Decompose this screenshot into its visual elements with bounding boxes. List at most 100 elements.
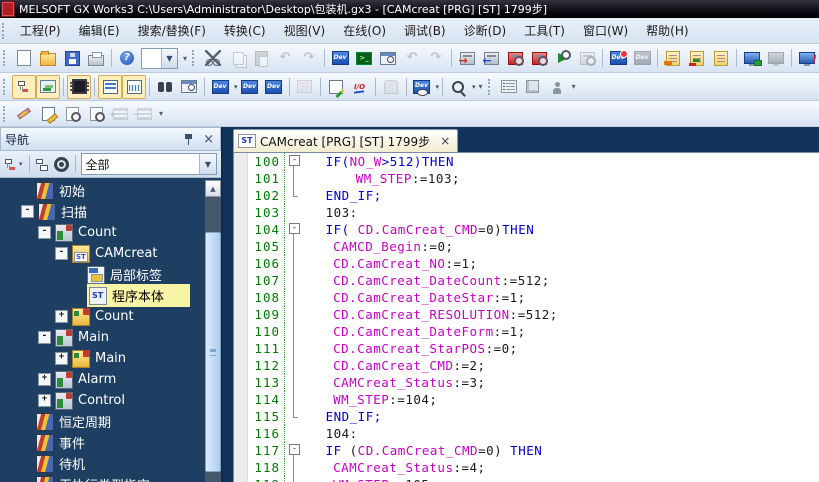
chevron-down-icon[interactable]: ▼ (199, 154, 216, 174)
code-line[interactable]: 113CAMCreat_Status:=3; (234, 374, 819, 391)
statement-copy-icon[interactable] (709, 46, 733, 70)
menu-帮助H[interactable]: 帮助(H) (637, 19, 697, 42)
collapse-expander-icon[interactable]: - (38, 226, 51, 239)
tree-item-事件[interactable]: 事件 (0, 432, 204, 453)
toolbar-overflow-chevron[interactable]: ▾ (180, 54, 190, 63)
save-project-icon[interactable] (60, 46, 84, 70)
print-icon[interactable] (84, 46, 108, 70)
menu-工具T[interactable]: 工具(T) (515, 19, 574, 42)
st-code-editor[interactable]: 100-IF(NO_W>512)THEN101WM_STEP:=103;102E… (233, 152, 819, 482)
toolbar-overflow-chevron[interactable]: ▾ (569, 82, 579, 91)
tree-item-Control[interactable]: +Control (0, 390, 204, 411)
code-line[interactable]: 100-IF(NO_W>512)THEN (234, 153, 819, 170)
code-line[interactable]: 117-IF (CD.CamCreat_CMD=0) THEN (234, 442, 819, 459)
offline-edit-icon[interactable] (379, 75, 403, 99)
undo-icon[interactable]: ↶ (273, 46, 297, 70)
device-comment-icon[interactable]: Dev (208, 75, 232, 99)
cross-reference-icon[interactable] (293, 75, 317, 99)
statement-edit-icon[interactable] (324, 75, 348, 99)
device-search-icon[interactable] (503, 46, 527, 70)
insert-rows-icon[interactable] (108, 102, 132, 126)
find-icon[interactable] (153, 75, 177, 99)
code-line[interactable]: 101WM_STEP:=103; (234, 170, 819, 187)
fold-toggle-icon[interactable]: - (289, 155, 300, 166)
tree-item-程序本体[interactable]: 程序本体 (0, 285, 204, 306)
code-line[interactable]: 110CD.CamCreat_DateForm:=1; (234, 323, 819, 340)
verify-disabled-icon[interactable] (575, 46, 599, 70)
delete-rows-icon[interactable] (132, 102, 156, 126)
expand-expander-icon[interactable]: + (38, 394, 51, 407)
expand-expander-icon[interactable]: + (55, 352, 68, 365)
menu-编辑E[interactable]: 编辑(E) (70, 19, 129, 42)
device-find-icon[interactable]: Dev (328, 46, 352, 70)
device-search-2-icon[interactable] (527, 46, 551, 70)
device-display-icon[interactable]: Dev (410, 75, 434, 99)
menu-诊断D[interactable]: 诊断(D) (455, 19, 516, 42)
parameter-statement-icon[interactable] (661, 46, 685, 70)
cross-transfer-icon[interactable] (685, 46, 709, 70)
pin-icon[interactable] (184, 134, 193, 145)
code-line[interactable]: 115END_IF; (234, 408, 819, 425)
edit-mode-icon[interactable] (12, 102, 36, 126)
copy-icon[interactable] (225, 46, 249, 70)
open-project-icon[interactable] (36, 46, 60, 70)
code-line[interactable]: 112CD.CamCreat_CMD:=2; (234, 357, 819, 374)
io-check-icon[interactable]: I/O (348, 75, 372, 99)
verify-with-plc-icon[interactable] (551, 46, 575, 70)
monitor-start-icon[interactable] (740, 46, 764, 70)
selected-tree-item[interactable]: 程序本体 (87, 284, 190, 307)
tree-item-局部标签[interactable]: 局部标签 (0, 264, 204, 285)
undo-operation-icon[interactable]: ↶ (400, 46, 424, 70)
menu-转换C[interactable]: 转换(C) (215, 19, 275, 42)
device-network-icon[interactable]: Dev (262, 75, 286, 99)
code-line[interactable]: 114WM_STEP:=104; (234, 391, 819, 408)
tree-item-Alarm[interactable]: +Alarm (0, 369, 204, 390)
code-line[interactable]: 109CD.CamCreat_RESOLUTION:=512; (234, 306, 819, 323)
project-search-combobox[interactable]: ▼ (141, 48, 178, 69)
program-list-icon[interactable] (98, 75, 122, 99)
user-management-icon[interactable] (545, 75, 569, 99)
tree-item-恒定周期[interactable]: 恒定周期 (0, 411, 204, 432)
new-project-icon[interactable] (12, 46, 36, 70)
tree-item-Count[interactable]: +Count (0, 306, 204, 327)
read-from-plc-icon[interactable] (479, 46, 503, 70)
code-line[interactable]: 108CD.CamCreat_DateStar:=1; (234, 289, 819, 306)
collapse-all-button[interactable] (33, 153, 51, 175)
zoom-search-icon[interactable] (446, 75, 470, 99)
element-list-icon[interactable] (122, 75, 146, 99)
tree-display-button[interactable]: ▾ (2, 153, 26, 175)
expand-expander-icon[interactable]: + (38, 373, 51, 386)
chevron-down-icon[interactable]: ▼ (161, 49, 177, 68)
collapse-expander-icon[interactable]: - (21, 205, 34, 218)
tree-item-初始[interactable]: 初始 (0, 180, 204, 201)
settings-button[interactable] (51, 153, 72, 175)
intelligent-monitor-icon[interactable]: >_ (352, 46, 376, 70)
collapse-expander-icon[interactable]: - (55, 247, 68, 260)
find-previous-icon[interactable] (84, 102, 108, 126)
element-selection-window-toggle-icon[interactable] (36, 75, 60, 99)
code-line[interactable]: 103103: (234, 204, 819, 221)
write-to-plc-icon[interactable] (455, 46, 479, 70)
expand-expander-icon[interactable]: + (55, 310, 68, 323)
menu-窗口W[interactable]: 窗口(W) (574, 19, 637, 42)
menu-搜索替换F[interactable]: 搜索/替换(F) (129, 19, 215, 42)
program-edit-icon[interactable] (36, 102, 60, 126)
menu-调试B[interactable]: 调试(B) (395, 19, 455, 42)
scroll-up-button[interactable]: ▲ (205, 180, 221, 197)
redo-icon[interactable]: ↷ (297, 46, 321, 70)
toolbar-overflow-chevron[interactable]: ▾ (156, 109, 166, 118)
device-comment-dropdown[interactable]: ▾ (234, 83, 238, 91)
tree-item-CAMcreat[interactable]: -CAMcreat (0, 243, 204, 264)
nav-scrollbar[interactable]: ▲ (205, 180, 221, 482)
device-memory-off-icon[interactable]: Dev (630, 46, 654, 70)
find-next-icon[interactable] (60, 102, 84, 126)
tree-filter-select[interactable]: 全部 ▼ (81, 153, 217, 175)
toolbar-overflow-chevron[interactable]: ▾ (476, 82, 486, 91)
fold-toggle-icon[interactable]: - (289, 444, 300, 455)
tree-item-扫描[interactable]: -扫描 (0, 201, 204, 222)
code-line[interactable]: 106CD.CamCreat_NO:=1; (234, 255, 819, 272)
tree-item-Main[interactable]: +Main (0, 348, 204, 369)
redo-operation-icon[interactable]: ↷ (424, 46, 448, 70)
code-line[interactable]: 119WM_STEP:=105; (234, 476, 819, 482)
code-line[interactable]: 116104: (234, 425, 819, 442)
